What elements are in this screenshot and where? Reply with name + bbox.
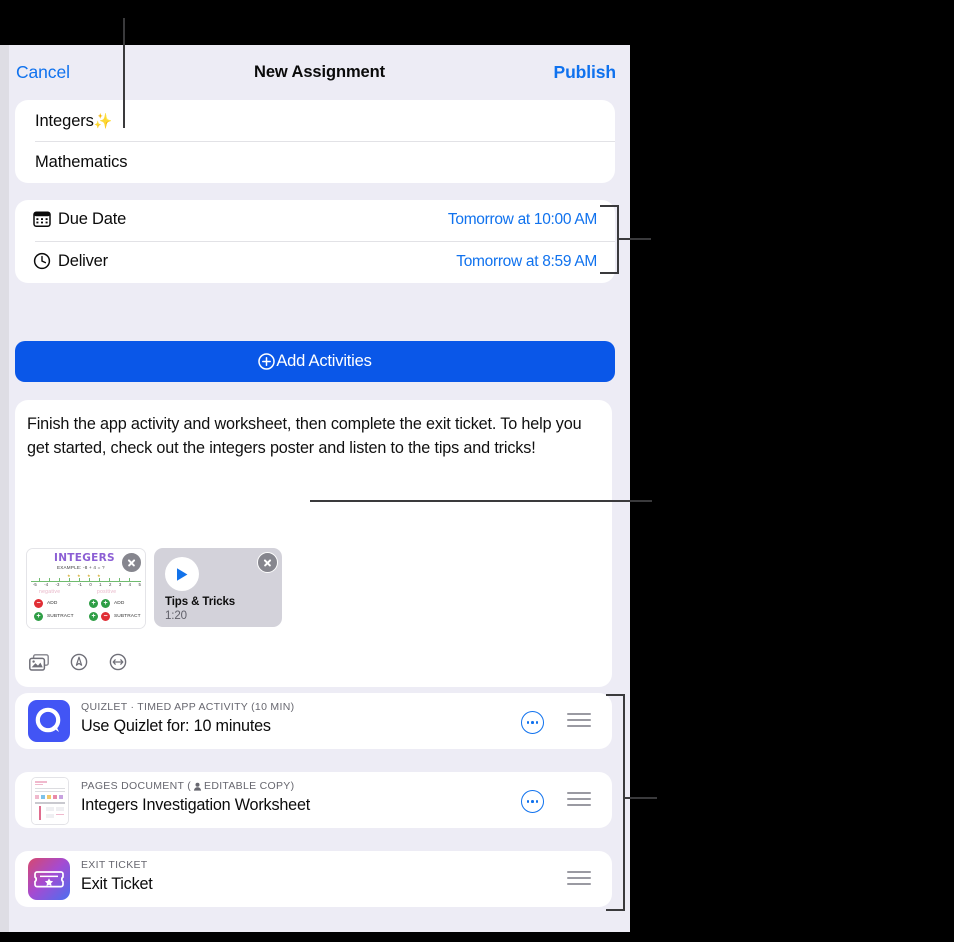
video-title: Tips & Tricks — [165, 596, 236, 608]
description-toolbar — [29, 653, 127, 676]
sheet-left-rail — [0, 45, 9, 932]
publish-button[interactable]: Publish — [554, 62, 617, 83]
schedule-card: Due Date Tomorrow at 10:00 AM Deliver To… — [15, 200, 615, 283]
quizlet-app-icon — [28, 700, 70, 742]
sheet-navbar: Cancel New Assignment Publish — [9, 45, 630, 100]
poster-example: EXAMPLE: -8 + 4 = ? — [57, 565, 105, 570]
activity-row-quizlet[interactable]: QUIZLET · TIMED APP ACTIVITY (10 MIN) Us… — [15, 693, 612, 749]
assignment-title-field[interactable]: Integers✨ — [35, 112, 113, 131]
play-icon[interactable] — [165, 557, 199, 591]
poster-label-positive: positive — [97, 589, 117, 595]
activity-name: Integers Investigation Worksheet — [81, 796, 311, 814]
person-icon — [193, 782, 202, 791]
activity-row-exit-ticket[interactable]: EXIT TICKET Exit Ticket — [15, 851, 612, 907]
calendar-icon — [33, 211, 51, 227]
activity-name: Use Quizlet for: 10 minutes — [81, 717, 271, 735]
new-assignment-sheet: Cancel New Assignment Publish Integers✨ … — [0, 45, 630, 932]
clock-icon — [33, 252, 51, 270]
activity-drag-handle[interactable] — [567, 713, 591, 729]
activity-name: Exit Ticket — [81, 875, 153, 893]
activity-kicker: PAGES DOCUMENT ( EDITABLE COPY) — [81, 780, 294, 792]
activity-drag-handle[interactable] — [567, 792, 591, 808]
assignment-title-value: Integers — [35, 112, 94, 130]
photos-icon[interactable] — [29, 653, 49, 676]
plus-circle-icon — [258, 353, 276, 370]
exit-ticket-icon — [28, 858, 70, 900]
add-activities-label: Add Activities — [276, 352, 372, 370]
pages-document-icon — [31, 777, 69, 825]
screenshot-root: Cancel New Assignment Publish Integers✨ … — [0, 0, 954, 942]
poster-op-3: ADD — [114, 601, 125, 606]
remove-poster-icon[interactable] — [121, 552, 142, 573]
description-text[interactable]: Finish the app activity and worksheet, t… — [27, 412, 597, 460]
markup-icon[interactable] — [70, 653, 88, 676]
attachment-integers-poster[interactable]: INTEGERS EXAMPLE: -8 + 4 = ? ★ ★ ★ ★ -5-… — [26, 548, 146, 629]
poster-label-negative: negative — [39, 589, 61, 595]
description-card: Finish the app activity and worksheet, t… — [15, 400, 612, 687]
activity-row-worksheet[interactable]: PAGES DOCUMENT ( EDITABLE COPY) Integers… — [15, 772, 612, 828]
poster-op-4: SUBTRACT — [114, 614, 141, 619]
poster-op-2: SUBTRACT — [47, 614, 74, 619]
sparkles-icon: ✨ — [93, 113, 113, 130]
activity-more-button[interactable] — [521, 790, 544, 813]
remove-video-icon[interactable] — [257, 552, 278, 573]
deliver-label: Deliver — [58, 252, 108, 270]
callout-attachments-line — [310, 500, 652, 503]
poster-axis-numbers: -5 -4 -3 -2 -1 0 1 2 3 4 5 — [33, 582, 141, 587]
page-title: New Assignment — [254, 63, 385, 81]
callout-title-line — [123, 18, 126, 128]
add-activities-button[interactable]: Add Activities — [15, 341, 615, 382]
assignment-details-card: Integers✨ Mathematics — [15, 100, 615, 183]
video-duration: 1:20 — [165, 610, 187, 622]
activity-more-button[interactable] — [521, 711, 544, 734]
audio-icon[interactable] — [109, 653, 127, 676]
details-divider — [35, 141, 615, 142]
activity-kicker-suffix: EDITABLE COPY) — [204, 780, 295, 792]
due-date-label: Due Date — [58, 210, 127, 228]
deliver-row[interactable]: Deliver Tomorrow at 8:59 AM — [15, 242, 615, 283]
poster-op-1: ADD — [47, 601, 58, 606]
activity-kicker: EXIT TICKET — [81, 859, 148, 871]
activity-kicker-prefix: PAGES DOCUMENT ( — [81, 780, 192, 792]
deliver-value[interactable]: Tomorrow at 8:59 AM — [456, 253, 597, 271]
assignment-subject-field[interactable]: Mathematics — [35, 153, 128, 172]
activity-kicker: QUIZLET · TIMED APP ACTIVITY (10 MIN) — [81, 701, 295, 713]
activity-drag-handle[interactable] — [567, 871, 591, 887]
poster-title: INTEGERS — [54, 552, 115, 564]
attachment-tips-video[interactable]: Tips & Tricks 1:20 — [154, 548, 282, 627]
due-date-value[interactable]: Tomorrow at 10:00 AM — [448, 211, 597, 229]
due-date-row[interactable]: Due Date Tomorrow at 10:00 AM — [15, 200, 615, 241]
